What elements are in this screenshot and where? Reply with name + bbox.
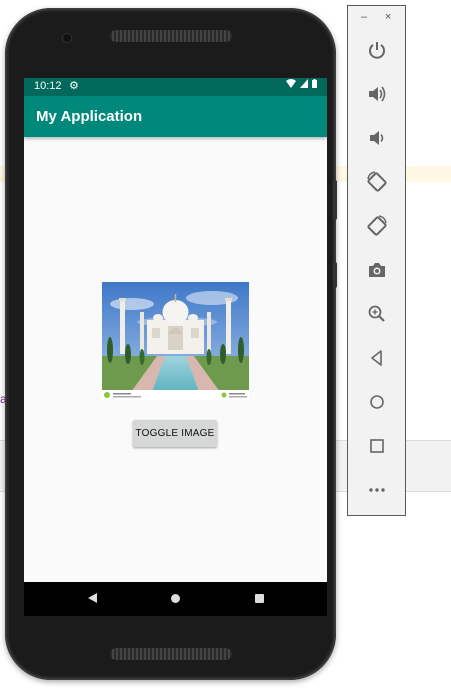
navigation-bar [24, 582, 327, 616]
taj-mahal-image [102, 282, 249, 400]
wifi-icon [286, 79, 300, 90]
front-camera [63, 34, 71, 42]
more-icon [369, 488, 385, 492]
emulator-home-button[interactable] [366, 391, 388, 413]
zoom-button[interactable] [366, 303, 388, 325]
settings-gear-icon: ⚙ [69, 80, 79, 92]
signal-icon [300, 79, 312, 90]
volume-up-button[interactable] [366, 83, 388, 105]
device-volume-key [333, 180, 337, 220]
volume-down-icon [370, 131, 384, 145]
nav-overview-button[interactable] [249, 590, 269, 608]
more-button[interactable] [366, 479, 388, 501]
bottom-speaker [110, 648, 232, 660]
battery-icon [312, 79, 317, 90]
rotate-left-icon [367, 171, 387, 192]
power-icon [369, 42, 385, 59]
minimize-button[interactable]: – [361, 11, 367, 23]
emulator-toolbar: – × [347, 5, 406, 516]
emulator-overview-button[interactable] [366, 435, 388, 457]
toggle-image-button[interactable]: TOGGLE IMAGE [133, 420, 217, 447]
home-icon [170, 594, 180, 603]
overview-icon [370, 439, 384, 453]
rotate-left-button[interactable] [366, 171, 388, 193]
status-time: 10:12 [34, 80, 62, 92]
device-screen: 10:12 ⚙ My Application TOGGLE IMAGE [24, 78, 327, 616]
volume-up-icon [369, 86, 386, 102]
app-title: My Application [36, 108, 143, 125]
nav-home-button[interactable] [165, 590, 185, 608]
zoom-icon [368, 305, 385, 322]
device-frame: 10:12 ⚙ My Application TOGGLE IMAGE [5, 8, 336, 680]
back-icon [87, 593, 97, 603]
power-button[interactable] [366, 39, 388, 61]
top-speaker [110, 30, 232, 42]
close-button[interactable]: × [385, 11, 391, 23]
volume-down-button[interactable] [366, 127, 388, 149]
overview-icon [254, 594, 264, 603]
back-icon [371, 350, 382, 366]
nav-back-button[interactable] [82, 590, 102, 608]
rotate-right-icon [367, 215, 387, 236]
app-bar: My Application [24, 96, 327, 137]
device-power-key [333, 262, 337, 288]
camera-icon [369, 263, 385, 277]
home-icon [370, 395, 384, 409]
status-indicators [286, 79, 317, 90]
emulator-back-button[interactable] [366, 347, 388, 369]
rotate-right-button[interactable] [366, 215, 388, 237]
status-bar: 10:12 ⚙ [24, 78, 327, 96]
screenshot-button[interactable] [366, 259, 388, 281]
